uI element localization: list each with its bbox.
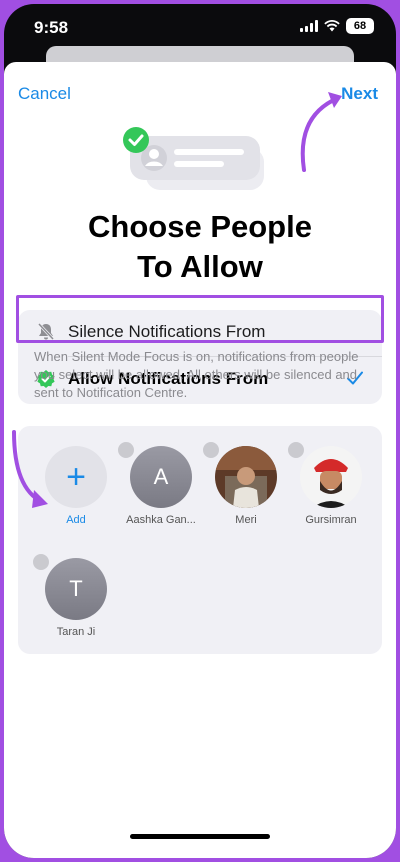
person-name: Gursimran (305, 514, 357, 526)
person-aashka[interactable]: A Aashka Gan... (116, 440, 204, 526)
focus-description: When Silent Mode Focus is on, notificati… (34, 349, 359, 400)
avatar: T (45, 558, 107, 620)
remove-person-button[interactable] (201, 440, 221, 460)
status-time: 9:58 (34, 18, 69, 37)
wifi-icon (324, 20, 340, 32)
person-name: Aashka Gan... (126, 514, 196, 526)
battery-icon: 68 (346, 18, 374, 34)
notification-illustration-icon (123, 127, 264, 190)
cancel-button[interactable]: Cancel (18, 84, 71, 104)
allowed-people-grid: + Add A Aashka Gan... Meri Gursimran T T… (18, 426, 382, 654)
cellular-signal-icon (300, 20, 318, 32)
person-name: Add (66, 514, 86, 526)
person-gursimran[interactable]: Gursimran (286, 440, 374, 526)
remove-person-button[interactable] (116, 440, 136, 460)
home-indicator (130, 834, 270, 839)
page-title: Choose People To Allow (4, 207, 396, 287)
phone-screen: 9:58 68 Cancel Next Choose People To All… (4, 4, 396, 858)
add-person-button[interactable]: + Add (33, 446, 119, 526)
avatar-photo (300, 446, 362, 508)
remove-person-button[interactable] (286, 440, 306, 460)
remove-person-button[interactable] (31, 552, 51, 572)
annotation-highlight-box (16, 295, 384, 343)
avatar: A (130, 446, 192, 508)
title-line-2: To Allow (137, 249, 263, 284)
person-name: Taran Ji (56, 626, 96, 638)
status-icons: 68 (300, 18, 374, 34)
focus-setup-sheet: Cancel Next Choose People To Allow Silen… (4, 62, 396, 858)
avatar-photo (215, 446, 277, 508)
person-taran[interactable]: T Taran Ji (31, 552, 119, 638)
person-meri[interactable]: Meri (201, 440, 289, 526)
title-line-1: Choose People (88, 209, 312, 244)
next-button[interactable]: Next (341, 84, 378, 104)
person-name: Meri (235, 514, 257, 526)
add-icon: + (45, 446, 107, 508)
